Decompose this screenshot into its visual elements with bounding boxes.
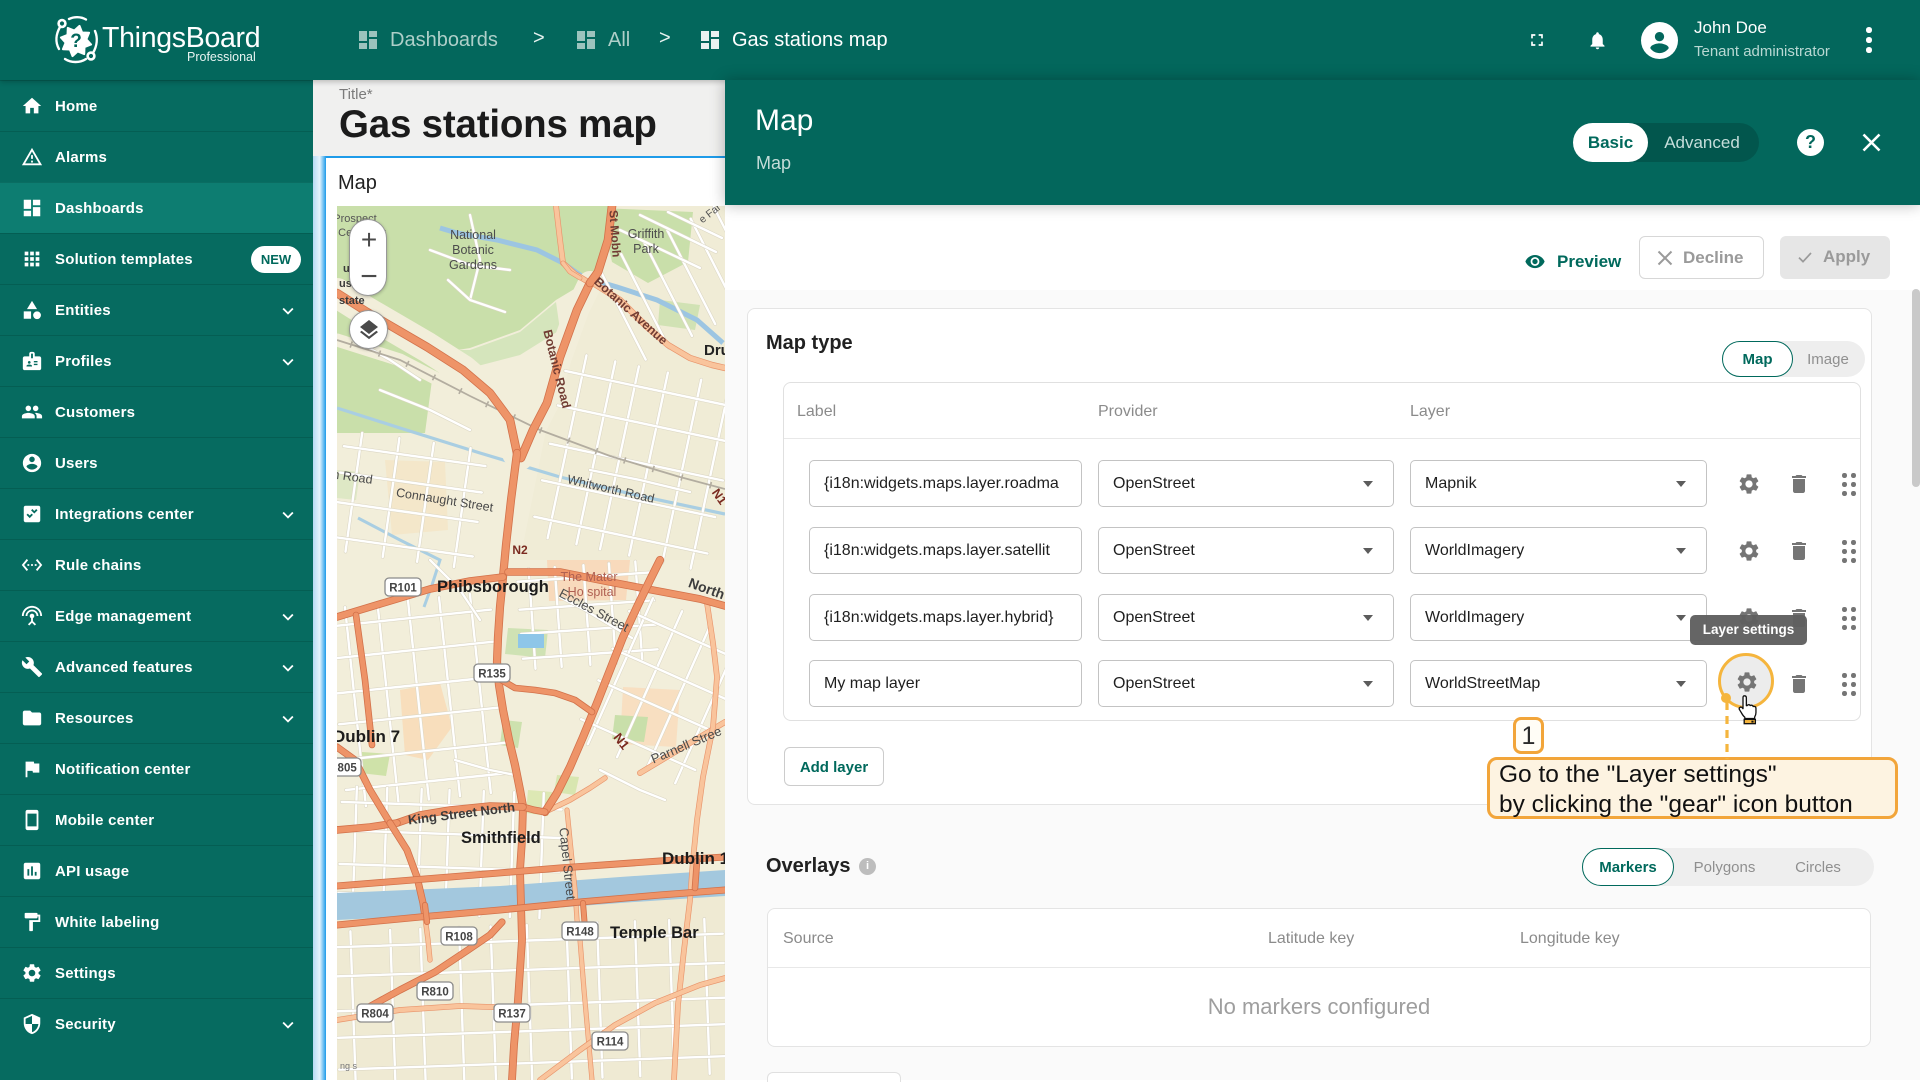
svg-text:R805: R805 <box>337 763 357 775</box>
svg-text:The Mater: The Mater <box>561 570 618 584</box>
svg-text:R101: R101 <box>389 583 417 595</box>
svg-text:Gardens: Gardens <box>449 258 497 272</box>
svg-text:R148: R148 <box>566 927 594 939</box>
svg-text:R135: R135 <box>478 669 506 681</box>
svg-text:N2: N2 <box>512 543 528 557</box>
svg-text:?: ? <box>70 31 82 52</box>
svg-text:R137: R137 <box>498 1009 526 1021</box>
svg-text:Dublin 1: Dublin 1 <box>662 849 725 868</box>
svg-text:R804: R804 <box>361 1009 389 1021</box>
svg-text:state: state <box>339 295 365 307</box>
svg-text:National: National <box>450 228 496 242</box>
svg-text:Smithfield: Smithfield <box>461 829 541 847</box>
svg-text:Dublin 7: Dublin 7 <box>337 727 400 746</box>
svg-text:R810: R810 <box>421 987 449 999</box>
svg-text:Drumco: Drumco <box>704 342 725 359</box>
svg-text:R114: R114 <box>597 1037 624 1049</box>
svg-text:Botanic: Botanic <box>452 243 494 257</box>
svg-text:R108: R108 <box>445 932 473 944</box>
svg-text:Phibsborough: Phibsborough <box>437 578 549 596</box>
svg-text:ng s: ng s <box>340 1061 358 1071</box>
svg-text:Ho spital: Ho spital <box>568 585 617 599</box>
svg-text:Griffith: Griffith <box>628 227 665 241</box>
svg-text:Park: Park <box>633 242 659 256</box>
svg-text:Temple Bar: Temple Bar <box>610 924 699 942</box>
